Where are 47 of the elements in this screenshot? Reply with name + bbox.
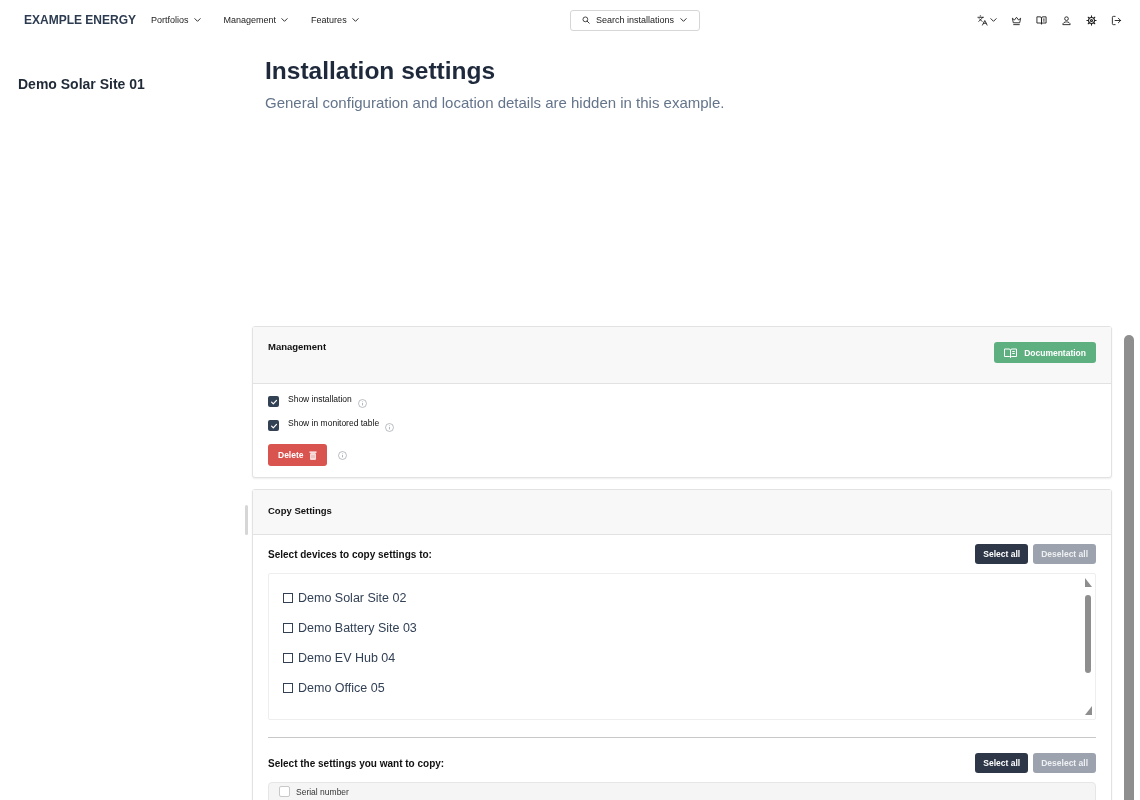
logout-icon[interactable] <box>1111 14 1122 26</box>
brand-logo[interactable]: EXAMPLE ENERGY <box>24 13 137 27</box>
resize-handle[interactable] <box>245 505 248 535</box>
select-all-button[interactable]: Select all <box>975 544 1029 564</box>
delete-button[interactable]: Delete <box>268 444 327 466</box>
device-label[interactable]: Demo EV Hub 04 <box>298 651 396 665</box>
book-icon <box>1004 347 1018 358</box>
search-button[interactable]: Search installations <box>570 9 700 31</box>
nav-menu-item[interactable]: Features <box>311 15 359 25</box>
page-subtitle: General configuration and location details are hidden in this example. <box>265 94 726 112</box>
checkbox-label: Show in monitored table <box>288 418 380 428</box>
checkbox[interactable] <box>283 623 293 633</box>
settings-icon[interactable] <box>1086 14 1097 26</box>
trash-icon <box>308 450 317 460</box>
page-scrollbar-thumb[interactable] <box>1124 335 1134 800</box>
device-label[interactable]: Demo Solar Site 02 <box>298 591 407 605</box>
checkbox-label: Show installation <box>288 394 352 404</box>
page-title: Installation settings <box>265 56 497 86</box>
setting-label: Serial number <box>296 786 349 797</box>
checkbox[interactable] <box>283 653 293 663</box>
device-label[interactable]: Demo Office 05 <box>298 681 385 695</box>
scrollbar-thumb[interactable] <box>1085 595 1091 673</box>
chevron-down-icon <box>990 18 997 22</box>
card-title: Copy Settings <box>268 505 332 516</box>
chevron-down-icon <box>680 18 688 22</box>
crown-icon[interactable] <box>1011 14 1022 26</box>
checkbox[interactable] <box>268 420 279 431</box>
user-icon[interactable] <box>1061 14 1072 26</box>
checkbox[interactable] <box>283 683 293 693</box>
chevron-down-icon <box>351 18 359 22</box>
nav-menu-item[interactable]: Portfolios <box>151 15 201 25</box>
book-icon[interactable] <box>1036 14 1047 26</box>
site-name: Demo Solar Site 01 <box>18 76 145 92</box>
checkbox[interactable] <box>268 396 279 407</box>
card-title: Management <box>268 341 327 352</box>
select-all-button[interactable]: Select all <box>975 753 1029 773</box>
device-label[interactable]: Demo Battery Site 03 <box>298 621 417 635</box>
search-icon <box>582 16 590 24</box>
translate-icon[interactable] <box>977 14 988 26</box>
scroll-down-arrow-icon[interactable] <box>1084 706 1092 715</box>
chevron-down-icon <box>193 18 201 22</box>
chevron-down-icon <box>281 18 289 22</box>
section-heading: Select the settings you want to copy: <box>268 757 445 769</box>
scroll-up-arrow-icon[interactable] <box>1084 578 1092 587</box>
nav-menu-item[interactable]: Management <box>223 15 289 25</box>
section-heading: Select devices to copy settings to: <box>268 548 432 560</box>
checkbox[interactable] <box>283 593 293 603</box>
